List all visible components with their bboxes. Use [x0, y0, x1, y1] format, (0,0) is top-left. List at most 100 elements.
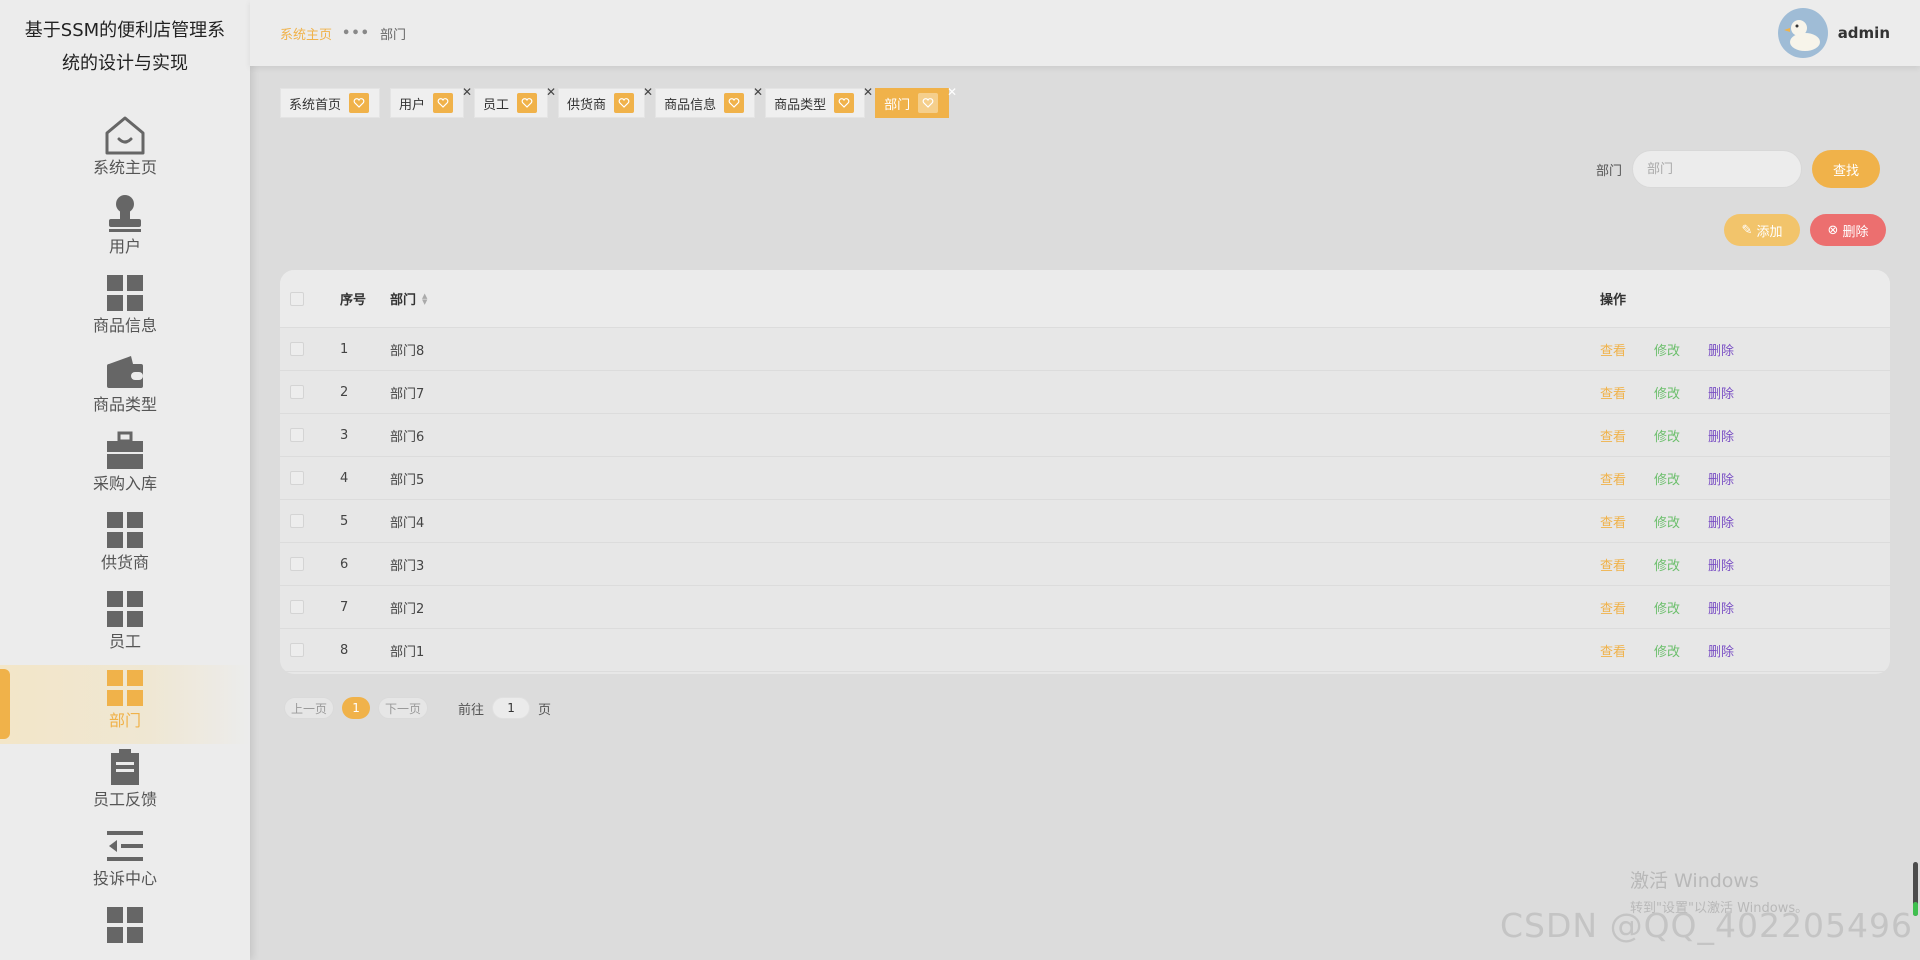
edit-link[interactable]: 修改 — [1654, 641, 1680, 660]
tag-employee[interactable]: 员工 ✕ — [474, 85, 556, 118]
header-ops: 操作 — [1600, 293, 1627, 308]
sidebar-item-label: 商品类型 — [92, 395, 157, 414]
row-checkbox[interactable] — [290, 385, 304, 399]
table-header: 序号 部门 ▲ ▼ 操作 — [280, 270, 1890, 328]
tag-user[interactable]: 用户 ✕ — [390, 85, 472, 118]
delete-link[interactable]: 删除 — [1708, 469, 1734, 488]
next-page-button[interactable]: 下一页 — [378, 697, 429, 719]
view-link[interactable]: 查看 — [1600, 383, 1626, 402]
view-link[interactable]: 查看 — [1600, 512, 1626, 531]
sidebar-item-user[interactable]: 用户 — [0, 191, 250, 270]
tag-label: 供货商 — [567, 97, 607, 113]
user-icon — [102, 191, 148, 237]
page-number-current[interactable]: 1 — [342, 697, 371, 719]
row-ops: 查看 修改 删除 — [1600, 598, 1734, 617]
avatar[interactable] — [1777, 8, 1828, 58]
row-ops: 查看 修改 删除 — [1600, 383, 1734, 402]
table-row: 3 部门6 查看 修改 删除 — [280, 414, 1890, 457]
delete-link[interactable]: 删除 — [1708, 641, 1734, 660]
sidebar-item-feedback[interactable]: 员工反馈 — [0, 744, 250, 823]
tag-supplier[interactable]: 供货商 ✕ — [558, 85, 653, 118]
sidebar-item-more[interactable] — [0, 902, 250, 960]
row-name: 部门1 — [390, 644, 425, 660]
search-input[interactable] — [1632, 150, 1802, 188]
add-button[interactable]: ✎ 添加 — [1724, 214, 1800, 246]
row-ops: 查看 修改 删除 — [1600, 469, 1734, 488]
select-all-checkbox[interactable] — [290, 291, 304, 306]
row-checkbox[interactable] — [290, 514, 304, 528]
close-icon[interactable]: ✕ — [643, 85, 653, 99]
tag-department[interactable]: 部门 ✕ — [875, 85, 957, 118]
edit-link[interactable]: 修改 — [1654, 383, 1680, 402]
username[interactable]: admin — [1838, 24, 1890, 42]
delete-link[interactable]: 删除 — [1708, 426, 1734, 445]
row-checkbox[interactable] — [290, 471, 304, 485]
view-link[interactable]: 查看 — [1600, 555, 1626, 574]
sidebar-item-complaint[interactable]: 投诉中心 — [0, 823, 250, 902]
delete-link[interactable]: 删除 — [1708, 598, 1734, 617]
edit-link[interactable]: 修改 — [1654, 598, 1680, 617]
breadcrumb: 系统主页 ••• 部门 — [280, 24, 406, 43]
row-checkbox[interactable] — [290, 557, 304, 571]
row-index: 1 — [340, 341, 349, 357]
view-link[interactable]: 查看 — [1600, 641, 1626, 660]
edit-link[interactable]: 修改 — [1654, 512, 1680, 531]
search-button[interactable]: 查找 — [1812, 150, 1880, 188]
delete-link[interactable]: 删除 — [1708, 383, 1734, 402]
sidebar-item-label: 供货商 — [100, 553, 149, 572]
sidebar-item-employee[interactable]: 员工 — [0, 586, 250, 665]
close-icon[interactable]: ✕ — [753, 85, 763, 99]
goto-page-input[interactable] — [492, 697, 531, 719]
close-icon[interactable]: ✕ — [863, 85, 873, 99]
view-link[interactable]: 查看 — [1600, 598, 1626, 617]
row-checkbox[interactable] — [290, 342, 304, 356]
breadcrumb-current: 部门 — [379, 28, 406, 43]
view-link[interactable]: 查看 — [1600, 469, 1626, 488]
row-name: 部门8 — [390, 343, 425, 359]
header-name-label: 部门 — [390, 293, 417, 308]
row-name: 部门6 — [390, 429, 425, 445]
delete-link[interactable]: 删除 — [1708, 512, 1734, 531]
row-name: 部门4 — [390, 515, 425, 531]
row-checkbox[interactable] — [290, 600, 304, 614]
batch-delete-button[interactable]: ⊗ 删除 — [1810, 214, 1886, 246]
sidebar-item-goods[interactable]: 商品信息 — [0, 270, 250, 349]
user-menu[interactable]: admin — [1777, 8, 1890, 58]
close-icon[interactable]: ✕ — [462, 85, 472, 99]
tag-goods[interactable]: 商品信息 ✕ — [655, 85, 763, 118]
row-name: 部门7 — [390, 386, 425, 402]
sidebar-item-purchase[interactable]: 采购入库 — [0, 428, 250, 507]
edit-link[interactable]: 修改 — [1654, 555, 1680, 574]
delete-link[interactable]: 删除 — [1708, 555, 1734, 574]
close-icon[interactable]: ✕ — [546, 85, 556, 99]
sidebar-item-goods-type[interactable]: 商品类型 — [0, 349, 250, 428]
row-index: 6 — [340, 556, 349, 572]
tag-home[interactable]: 系统首页 — [280, 88, 381, 118]
sidebar-item-label: 员工反馈 — [92, 790, 157, 809]
sidebar-item-home[interactable]: 系统主页 — [0, 112, 250, 191]
view-link[interactable]: 查看 — [1600, 426, 1626, 445]
sidebar-item-supplier[interactable]: 供货商 — [0, 507, 250, 586]
tag-label: 商品信息 — [664, 97, 717, 113]
row-checkbox[interactable] — [290, 428, 304, 442]
scrollbar-thumb[interactable] — [1913, 862, 1918, 916]
tag-goods-type[interactable]: 商品类型 ✕ — [765, 85, 873, 118]
edit-link[interactable]: 修改 — [1654, 469, 1680, 488]
edit-link[interactable]: 修改 — [1654, 340, 1680, 359]
delete-link[interactable]: 删除 — [1708, 340, 1734, 359]
tag-label: 商品类型 — [774, 97, 827, 113]
view-link[interactable]: 查看 — [1600, 340, 1626, 359]
sidebar-item-label: 部门 — [108, 711, 141, 730]
table-row: 6 部门3 查看 修改 删除 — [280, 543, 1890, 586]
breadcrumb-home-link[interactable]: 系统主页 — [280, 24, 332, 43]
prev-page-button[interactable]: 上一页 — [284, 697, 335, 719]
edit-link[interactable]: 修改 — [1654, 426, 1680, 445]
sidebar-item-label: 采购入库 — [92, 474, 157, 493]
row-checkbox[interactable] — [290, 643, 304, 657]
header-name[interactable]: 部门 ▲ ▼ — [390, 289, 427, 308]
sidebar-item-department[interactable]: 部门 — [0, 665, 250, 744]
close-icon[interactable]: ✕ — [947, 85, 957, 99]
row-ops: 查看 修改 删除 — [1600, 555, 1734, 574]
sort-icon[interactable]: ▲ ▼ — [422, 292, 427, 305]
wallet-icon — [102, 349, 148, 395]
